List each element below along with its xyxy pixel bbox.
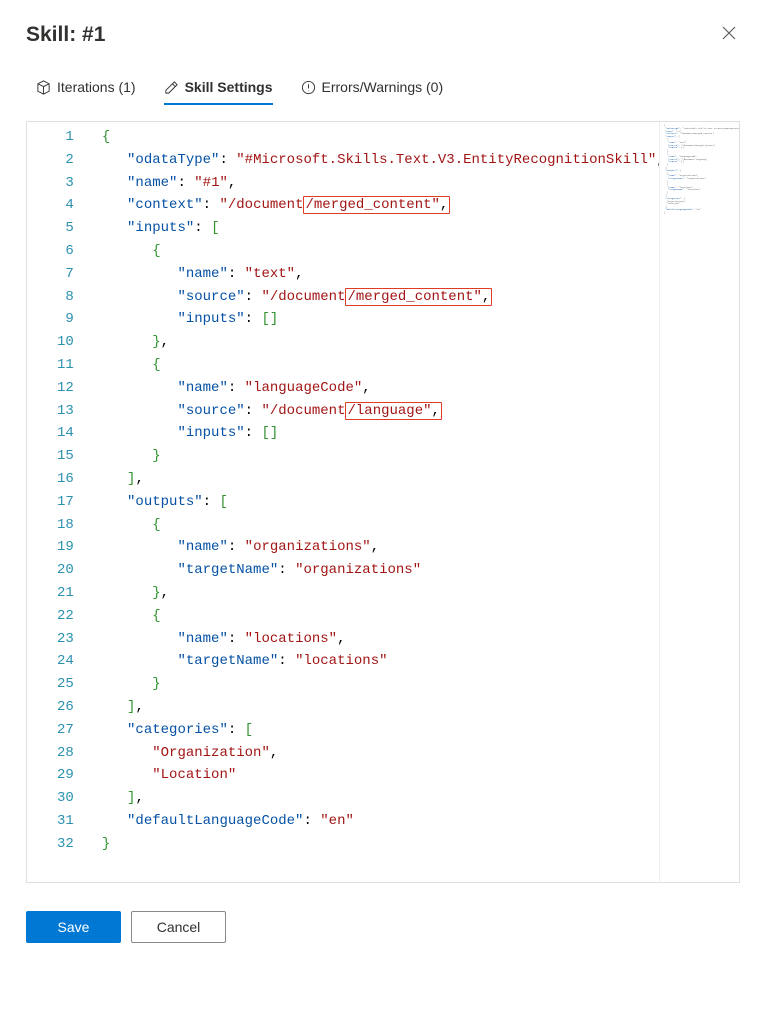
close-icon[interactable] [718,20,740,49]
line-gutter: 1234567891011121314151617181920212223242… [27,122,86,882]
tab-label: Iterations (1) [57,79,136,95]
tab-label: Skill Settings [185,79,273,95]
minimap[interactable]: { "odataType": "#Microsoft.Skills.Text.V… [659,122,739,882]
pencil-icon [164,80,179,95]
cancel-button[interactable]: Cancel [131,911,226,943]
tab-label: Errors/Warnings (0) [322,79,444,95]
save-button[interactable]: Save [26,911,121,943]
code-area[interactable]: { "odataType": "#Microsoft.Skills.Text.V… [86,122,659,882]
dialog-header: Skill: #1 [26,20,740,49]
json-editor[interactable]: 1234567891011121314151617181920212223242… [26,121,740,883]
tab-iterations[interactable]: Iterations (1) [36,79,136,105]
dialog-title: Skill: #1 [26,23,105,47]
dialog-footer: Save Cancel [26,911,740,943]
tab-bar: Iterations (1) Skill Settings Errors/War… [26,79,740,105]
cube-icon [36,80,51,95]
tab-errors-warnings[interactable]: Errors/Warnings (0) [301,79,444,105]
tab-skill-settings[interactable]: Skill Settings [164,79,273,105]
warning-icon [301,80,316,95]
